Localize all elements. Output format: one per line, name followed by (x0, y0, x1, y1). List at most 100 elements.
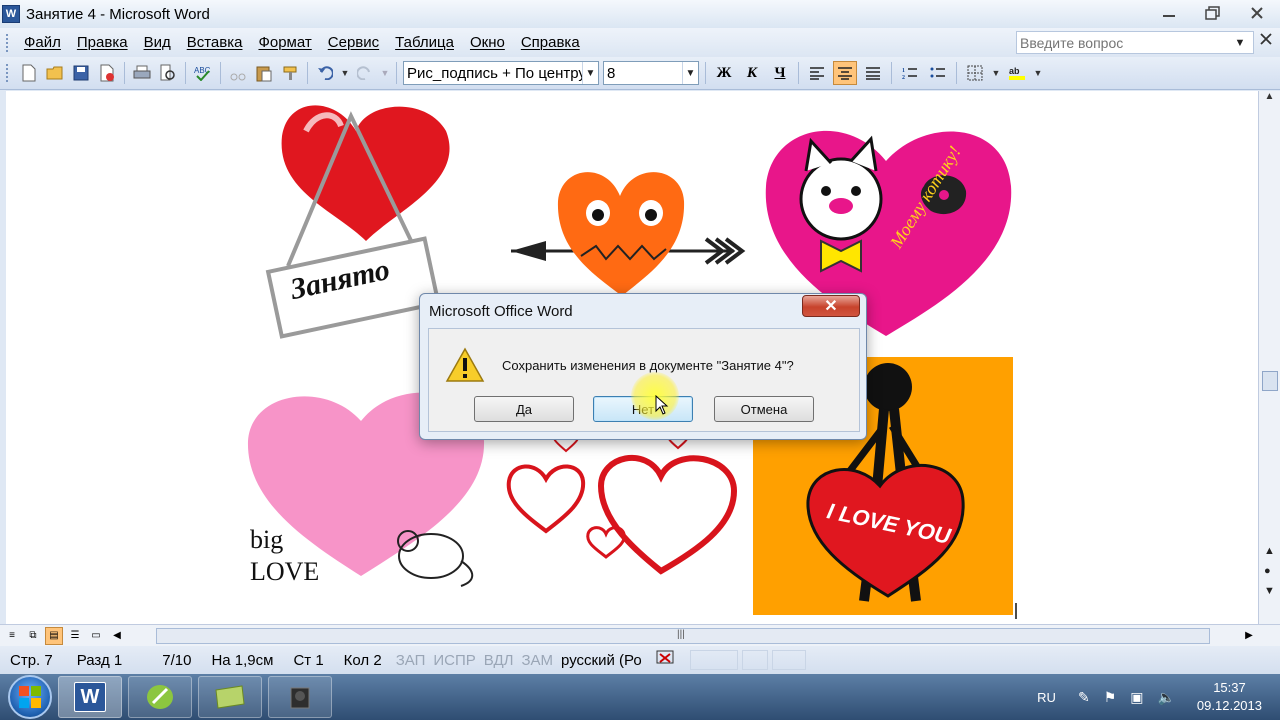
close-icon[interactable] (1240, 2, 1274, 24)
taskbar-corel-button[interactable] (128, 676, 192, 718)
minimize-icon[interactable] (1152, 2, 1186, 24)
status-column: Кол 2 (343, 651, 382, 669)
font-size-input[interactable] (604, 64, 682, 82)
spelling-status-icon[interactable] (646, 650, 688, 670)
borders-dropdown-icon[interactable]: ▼ (991, 62, 1001, 84)
horizontal-scroll-thumb[interactable]: ||| (677, 629, 685, 640)
clock-time: 15:37 (1213, 680, 1246, 695)
menu-format[interactable]: Формат (250, 34, 319, 51)
formatting-toolbar: ABC ▼ ▼ ▼ ▼ Ж К Ч 12 ▼ ab ▼ (0, 57, 1280, 90)
dialog-close-button[interactable]: ✕ (802, 295, 860, 317)
chevron-down-icon[interactable]: ▼ (682, 62, 698, 84)
new-document-icon[interactable] (18, 62, 40, 84)
redo-dropdown-icon[interactable]: ▼ (380, 62, 390, 84)
restore-icon[interactable] (1196, 2, 1230, 24)
italic-button[interactable]: К (740, 61, 764, 85)
align-left-button[interactable] (805, 61, 829, 85)
redo-icon[interactable] (354, 62, 376, 84)
print-layout-view-icon[interactable]: ▤ (45, 626, 63, 645)
undo-icon[interactable] (314, 62, 336, 84)
next-page-icon[interactable]: ▼ (1264, 585, 1275, 597)
chevron-down-icon[interactable]: ▼ (582, 62, 598, 84)
cancel-button[interactable]: Отмена (714, 396, 814, 422)
menu-tools[interactable]: Сервис (320, 34, 387, 51)
permission-icon[interactable] (96, 62, 118, 84)
help-question-input[interactable] (1017, 34, 1229, 51)
volume-icon[interactable]: 🔈 (1157, 689, 1174, 706)
underline-button[interactable]: Ч (768, 61, 792, 85)
dialog-title: Microsoft Office Word (429, 303, 573, 320)
status-empty-box (689, 650, 738, 670)
taskbar-envelope-button[interactable] (198, 676, 262, 718)
borders-icon[interactable] (963, 61, 987, 85)
numbered-list-icon[interactable]: 12 (898, 61, 922, 85)
menu-table[interactable]: Таблица (387, 34, 462, 51)
menu-insert[interactable]: Вставка (179, 34, 251, 51)
network-icon[interactable]: ▣ (1130, 689, 1143, 706)
corel-icon (144, 682, 176, 712)
scroll-left-icon[interactable]: ◀ (108, 627, 126, 645)
normal-view-icon[interactable]: ≡ (3, 627, 21, 645)
status-language[interactable]: русский (Ро (557, 652, 646, 669)
toolbar-separator (891, 62, 892, 84)
status-section: Разд 1 (76, 651, 123, 669)
chevron-down-icon[interactable]: ▼ (1229, 37, 1251, 49)
taskbar-word-button[interactable]: W (58, 676, 122, 718)
svg-text:2: 2 (902, 75, 905, 80)
help-question-box: ▼ (1016, 31, 1254, 54)
scroll-up-icon[interactable]: ▲ (1259, 91, 1280, 109)
reading-view-icon[interactable]: ▭ (87, 627, 105, 645)
style-input[interactable] (404, 64, 582, 82)
menu-grip[interactable] (6, 33, 10, 52)
system-tray: RU ✎ ⚑ ▣ 🔈 15:37 09.12.2013 (1037, 674, 1262, 720)
save-icon[interactable] (70, 62, 92, 84)
justify-button[interactable] (861, 61, 885, 85)
browse-object-icon[interactable]: ● (1264, 565, 1271, 577)
print-preview-icon[interactable] (157, 62, 179, 84)
start-button[interactable] (8, 675, 52, 719)
vertical-scrollbar[interactable]: ▲ ▲ ● ▼ (1258, 91, 1280, 624)
style-combo: ▼ (403, 61, 599, 85)
status-bar: Стр. 7 Разд 1 7/10 На 1,9см Ст 1 Кол 2 З… (0, 646, 1280, 674)
outline-view-icon[interactable]: ☰ (66, 627, 84, 645)
status-extend[interactable]: ВДЛ (480, 652, 518, 669)
yes-button[interactable]: Да (474, 396, 574, 422)
horizontal-scroll-track[interactable]: ||| (156, 628, 1210, 644)
status-empty-box (741, 650, 768, 670)
highlight-dropdown-icon[interactable]: ▼ (1033, 62, 1043, 84)
title-bar: W Занятие 4 - Microsoft Word (0, 0, 1280, 28)
spelling-check-icon[interactable]: ABC (192, 62, 214, 84)
scroll-right-icon[interactable]: ▶ (1240, 627, 1258, 645)
toolbar-grip[interactable] (6, 64, 10, 82)
status-track-changes[interactable]: ИСПР (429, 652, 479, 669)
action-center-icon[interactable]: ⚑ (1104, 689, 1117, 706)
print-icon[interactable] (131, 62, 153, 84)
toolbar-separator (185, 62, 186, 84)
menu-file[interactable]: Файл (16, 34, 69, 51)
status-overtype[interactable]: ЗАМ (517, 652, 557, 669)
menu-edit[interactable]: Правка (69, 34, 136, 51)
word-app-icon[interactable]: W (2, 5, 20, 23)
status-rec[interactable]: ЗАП (392, 652, 430, 669)
format-painter-icon[interactable] (279, 62, 301, 84)
menu-window[interactable]: Окно (462, 34, 513, 51)
pen-tray-icon[interactable]: ✎ (1078, 689, 1090, 706)
cut-icon[interactable] (227, 62, 249, 84)
bold-button[interactable]: Ж (712, 61, 736, 85)
open-folder-icon[interactable] (44, 62, 66, 84)
language-indicator[interactable]: RU (1037, 690, 1056, 705)
clock[interactable]: 15:37 09.12.2013 (1197, 679, 1262, 715)
window-title: Занятие 4 - Microsoft Word (26, 5, 210, 23)
menu-help[interactable]: Справка (513, 34, 588, 51)
taskbar-camera-button[interactable] (268, 676, 332, 718)
vertical-scroll-thumb[interactable] (1262, 371, 1278, 391)
paste-icon[interactable] (253, 62, 275, 84)
document-close-icon[interactable] (1260, 32, 1272, 48)
menu-view[interactable]: Вид (136, 34, 179, 51)
bulleted-list-icon[interactable] (926, 61, 950, 85)
web-view-icon[interactable]: ⧉ (24, 627, 42, 645)
undo-dropdown-icon[interactable]: ▼ (340, 62, 350, 84)
align-center-button[interactable] (833, 61, 857, 85)
previous-page-icon[interactable]: ▲ (1264, 545, 1275, 557)
highlight-icon[interactable]: ab (1005, 61, 1029, 85)
